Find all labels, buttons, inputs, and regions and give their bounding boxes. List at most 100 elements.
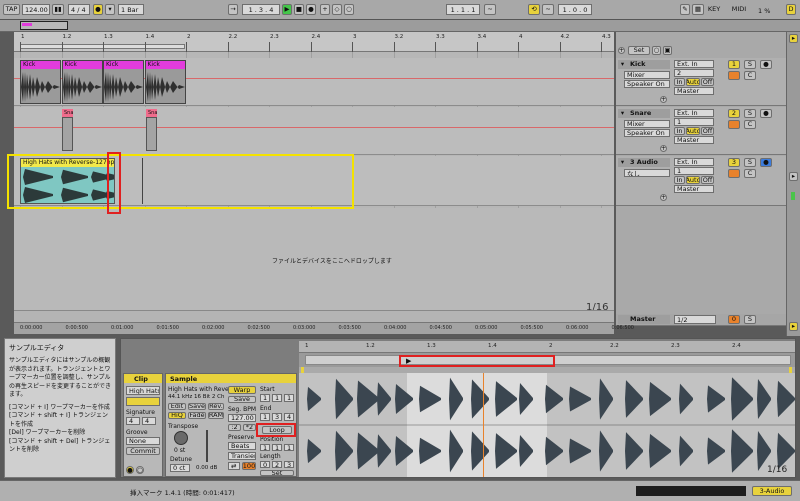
position-bar[interactable]: 1 [260, 444, 270, 451]
solo-button[interactable]: S [744, 60, 756, 69]
signature-numerator[interactable]: 4 [126, 417, 140, 425]
drop-area[interactable]: ファイルとデバイスをここへドロップします 1/16 [14, 208, 614, 318]
pan-button[interactable]: C [744, 120, 756, 129]
end-sixteenth[interactable]: 4 [284, 413, 294, 421]
input-channel-select[interactable]: 2 [674, 69, 714, 77]
metronome-icon[interactable]: ● [93, 4, 103, 15]
strip-toggle-mid[interactable]: ▸ [789, 172, 798, 181]
fold-icon[interactable]: ▾ [619, 159, 626, 166]
pan-button[interactable]: C [744, 169, 756, 178]
current-track-label[interactable]: 3-Audio [752, 486, 792, 496]
midi-clip-kick[interactable]: Kick [103, 60, 144, 104]
nudge-button[interactable]: ▮▮ [52, 4, 64, 15]
volume-field[interactable]: 0 [728, 120, 740, 129]
ram-button[interactable]: RAM [208, 412, 224, 419]
tap-button[interactable]: TAP [3, 4, 20, 15]
pan-button[interactable]: C [744, 71, 756, 80]
loop-length-field[interactable]: 1 . 0 . 0 [558, 4, 592, 15]
signature-denominator[interactable]: 4 [142, 417, 156, 425]
position-field[interactable]: 1 . 3 . 4 [242, 4, 280, 15]
arrangement-view[interactable]: 1 1.2 1.3 1.4 2 2.2 2.3 2.4 3 3.2 3.3 3.4 4 4.2 4.3 Ki… [7, 32, 614, 322]
start-beat[interactable]: 1 [272, 394, 282, 402]
warp-button[interactable]: Warp [228, 386, 256, 394]
warp-save-button[interactable]: Save [228, 396, 256, 403]
lock-icon[interactable]: ▣ [663, 46, 672, 55]
input-channel-select[interactable]: 1 [674, 118, 714, 126]
monitor-in-button[interactable]: In [674, 127, 685, 135]
monitor-off-button[interactable]: Off [701, 176, 714, 184]
commit-button[interactable]: Commit [126, 447, 160, 455]
monitor-auto-button[interactable]: Auto [686, 176, 700, 184]
add-device-icon[interactable]: + [660, 145, 667, 152]
add-icon[interactable]: + [618, 47, 625, 54]
half-tempo-button[interactable]: :2 [228, 424, 241, 431]
master-solo-button[interactable]: S [744, 315, 756, 324]
arrangement-overview[interactable] [0, 20, 800, 32]
monitor-in-button[interactable]: In [674, 176, 685, 184]
end-beat[interactable]: 3 [272, 413, 282, 421]
position-beat[interactable]: 1 [272, 444, 282, 451]
monitor-off-button[interactable]: Off [701, 78, 714, 86]
sample-ruler[interactable]: 1 1.2 1.3 1.4 2 2.2 2.3 2.4 [299, 341, 795, 353]
save-button[interactable]: Save [188, 403, 206, 410]
midi-map-button[interactable]: MIDI [730, 4, 748, 15]
strip-toggle-top[interactable]: ▸ [789, 34, 798, 43]
track-lane-kick[interactable]: Kick Kick Kick Kick [14, 58, 614, 106]
arm-button[interactable]: ● [760, 109, 772, 118]
seg-bpm-field[interactable]: 127.00 [228, 414, 256, 422]
master-lane[interactable] [14, 310, 614, 322]
set-button[interactable]: Set [628, 46, 650, 55]
double-tempo-button[interactable]: *2 [243, 424, 256, 431]
meter-field[interactable]: 4 / 4 [68, 4, 90, 15]
midi-clip-kick[interactable]: Kick [20, 60, 61, 104]
arm-button[interactable]: ● [760, 158, 772, 167]
output-routing-select[interactable]: Master [674, 185, 714, 193]
start-bar[interactable]: 1 [260, 394, 270, 402]
output-select[interactable]: Speaker On [624, 80, 670, 88]
detune-field[interactable]: 0 ct [170, 464, 190, 472]
track-header-3-audio[interactable]: 3 Audio ▾ なし + Ext. In 1 In Auto Off Master 3 S ● 0 C [616, 156, 786, 206]
start-sixteenth[interactable]: 1 [284, 394, 294, 402]
add-device-icon[interactable]: + [660, 96, 667, 103]
monitor-in-button[interactable]: In [674, 78, 685, 86]
length-sixteenth[interactable]: 3 [284, 461, 294, 468]
input-type-select[interactable]: Ext. In [674, 109, 714, 117]
overdub-icon[interactable]: + [320, 4, 330, 15]
volume-field[interactable]: 0 [728, 71, 740, 80]
output-routing-select[interactable]: Master [674, 87, 714, 95]
loop-start-field[interactable]: 1 . 1 . 1 [446, 4, 480, 15]
volume-field[interactable]: 0 [728, 169, 740, 178]
fold-icon[interactable]: ▾ [619, 110, 626, 117]
track-activator[interactable]: 3 [728, 158, 740, 167]
arm-button[interactable]: ● [760, 60, 772, 69]
draw-mode-icon[interactable]: ✎ [680, 4, 690, 15]
loop-switch-icon[interactable]: ⟲ [528, 4, 540, 15]
hiq-button[interactable]: HiQ [168, 412, 186, 419]
output-select[interactable]: Speaker On [624, 129, 670, 137]
end-bar[interactable]: 1 [260, 413, 270, 421]
gain-slider[interactable] [206, 430, 208, 462]
circle-icon[interactable]: ○ [652, 46, 661, 55]
track-header-kick[interactable]: Kick ▾ Mixer Speaker On + Ext. In 2 In Auto Off Ma… [616, 58, 786, 106]
routing-select[interactable]: Mixer [624, 120, 670, 128]
set-button-sample[interactable]: Set [260, 470, 294, 476]
fade-button[interactable]: Fade [188, 412, 206, 419]
waveform-area[interactable]: 1/16 [299, 373, 795, 477]
time-ruler[interactable]: 0:00:000 0:00:500 0:01:000 0:01:500 0:02:000… [14, 322, 634, 334]
stop-icon[interactable]: ■ [294, 4, 304, 15]
length-beat[interactable]: 2 [272, 461, 282, 468]
midi-clip-snare[interactable]: Sna [62, 109, 73, 153]
clip-launch-icon[interactable]: ○ [136, 466, 144, 474]
session-record-icon[interactable]: ○ [344, 4, 354, 15]
automation-icon[interactable]: ◇ [332, 4, 342, 15]
menu-icon[interactable]: ▾ [105, 4, 115, 15]
transpose-knob[interactable] [174, 431, 188, 445]
fold-icon[interactable]: ▾ [619, 61, 626, 68]
midi-clip-kick[interactable]: Kick [61, 60, 103, 104]
routing-select[interactable]: なし [624, 169, 670, 177]
monitor-auto-button[interactable]: Auto [686, 78, 700, 86]
envelope-value[interactable]: 100 [242, 462, 256, 470]
loop-mode-select[interactable]: ⇄ [228, 462, 240, 470]
beat-ruler[interactable]: 1 1.2 1.3 1.4 2 2.2 2.3 2.4 3 3.2 3.3 3.4 4 4.2 4.3 [14, 32, 614, 52]
groove-select[interactable]: None [126, 437, 160, 445]
